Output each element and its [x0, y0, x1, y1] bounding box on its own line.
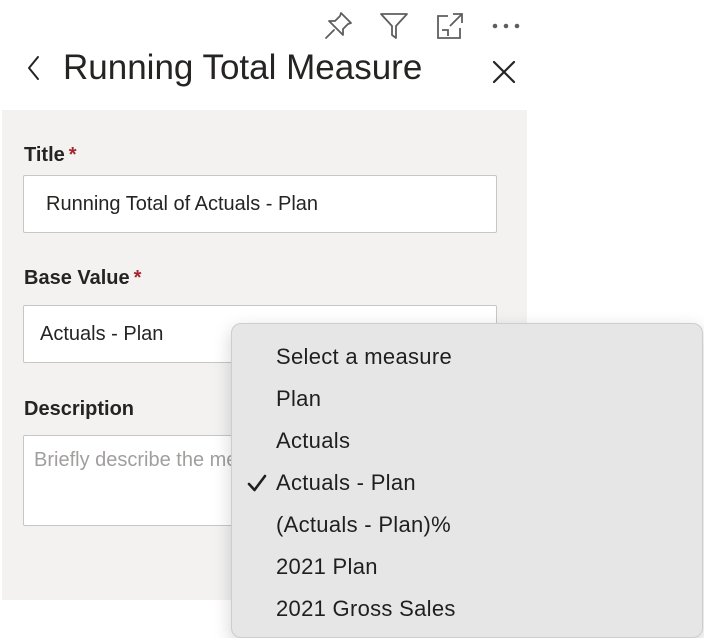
dropdown-option-select-a-measure[interactable]: Select a measure	[232, 336, 702, 378]
focus-mode-icon[interactable]	[430, 6, 470, 46]
pane-title: Running Total Measure	[63, 48, 423, 87]
base-value-dropdown-menu: Select a measure Plan Actuals Actuals - …	[231, 323, 703, 638]
pin-icon[interactable]	[318, 6, 358, 46]
dropdown-option-actuals-minus-plan-percent[interactable]: (Actuals - Plan)%	[232, 504, 702, 546]
visual-header-toolbar	[318, 6, 526, 46]
filter-icon[interactable]	[374, 6, 414, 46]
required-marker: *	[68, 144, 77, 166]
base-value-label: Base Value *	[24, 267, 142, 289]
close-icon	[492, 60, 516, 84]
close-button[interactable]	[486, 54, 522, 90]
pane-header: Running Total Measure	[0, 44, 527, 96]
dropdown-option-plan[interactable]: Plan	[232, 378, 702, 420]
chevron-left-icon	[28, 56, 39, 80]
dropdown-option-actuals[interactable]: Actuals	[232, 420, 702, 462]
checkmark-icon	[246, 462, 268, 504]
dropdown-option-2021-plan[interactable]: 2021 Plan	[232, 546, 702, 588]
title-input[interactable]	[23, 175, 497, 233]
dropdown-option-actuals-minus-plan[interactable]: Actuals - Plan	[232, 462, 702, 504]
dropdown-option-2021-gross-sales[interactable]: 2021 Gross Sales	[232, 588, 702, 630]
title-label: Title *	[24, 144, 77, 166]
description-label: Description	[24, 398, 135, 420]
more-options-icon[interactable]	[486, 6, 526, 46]
required-marker: *	[133, 267, 142, 289]
back-button[interactable]	[18, 50, 50, 86]
base-value-selected: Actuals - Plan	[40, 323, 164, 345]
